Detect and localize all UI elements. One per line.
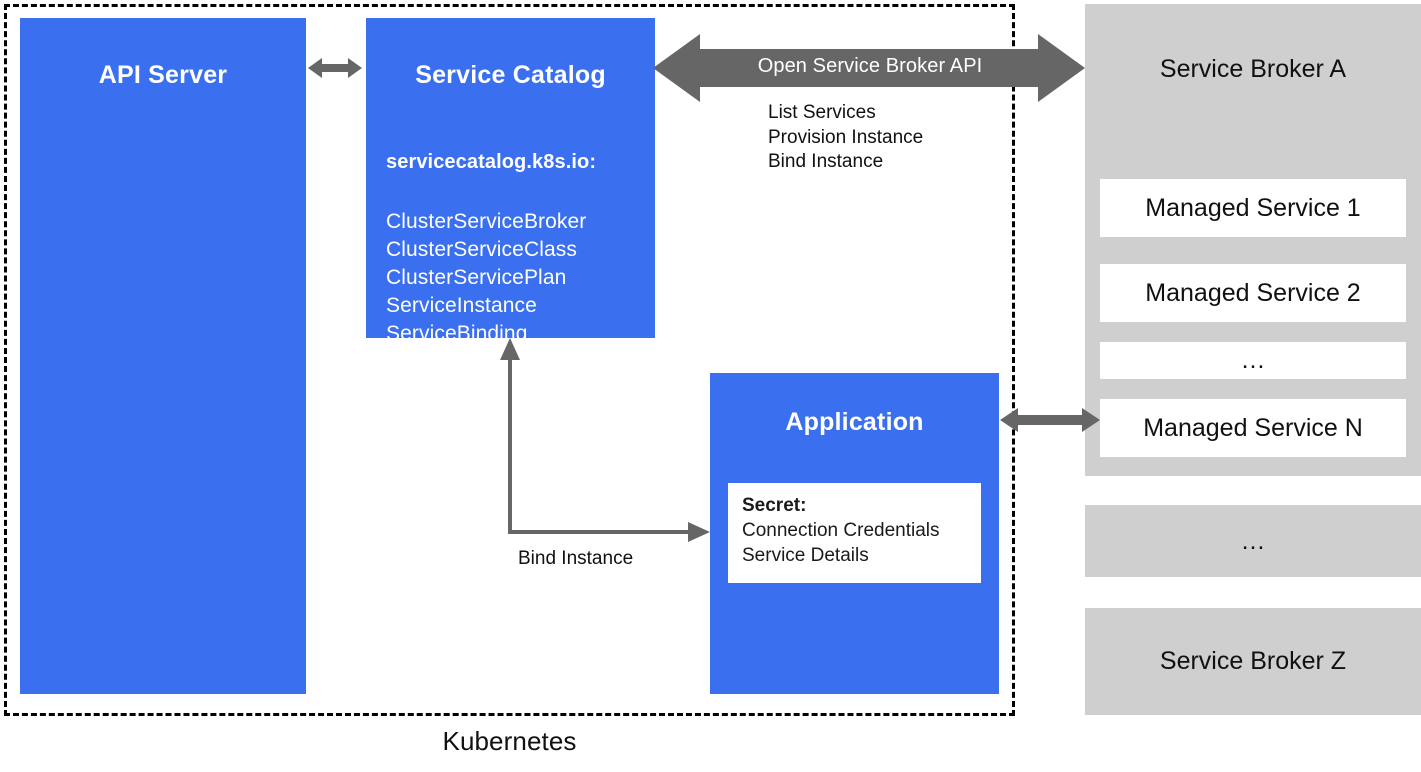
managed-service-ellipsis: … xyxy=(1100,342,1406,379)
secret-line: Service Details xyxy=(742,545,869,566)
managed-service-item[interactable]: Managed Service N xyxy=(1100,399,1406,457)
application-title: Application xyxy=(785,408,924,436)
secret-line: Connection Credentials xyxy=(742,520,940,541)
service-broker-z-panel[interactable]: Service Broker Z xyxy=(1085,608,1421,715)
osb-operation-item: Bind Instance xyxy=(768,151,884,172)
resource-item: ServiceInstance xyxy=(386,294,537,317)
osb-operation-item: Provision Instance xyxy=(768,126,924,148)
kubernetes-boundary-label: Kubernetes xyxy=(442,726,577,756)
api-server-title: API Server xyxy=(98,61,228,89)
service-catalog-architecture-diagram: API Server Service Catalog servicecatalo… xyxy=(0,0,1421,772)
resource-item: ServiceBinding xyxy=(386,322,528,345)
service-catalog-box[interactable]: Service Catalog servicecatalog.k8s.io: C… xyxy=(366,18,655,345)
resource-item: ClusterServiceClass xyxy=(386,238,577,261)
service-broker-ellipsis-panel: … xyxy=(1085,505,1421,577)
open-service-broker-api-operations: List Services Provision Instance Bind In… xyxy=(768,101,923,175)
resource-item: ClusterServiceBroker xyxy=(386,210,587,233)
resource-item: ClusterServicePlan xyxy=(386,266,567,289)
managed-service-item[interactable]: Managed Service 2 xyxy=(1100,264,1406,322)
service-broker-a-title: Service Broker A xyxy=(1159,55,1347,83)
service-catalog-api-group: servicecatalog.k8s.io: xyxy=(386,151,597,173)
service-catalog-title: Service Catalog xyxy=(415,61,606,89)
api-server-box[interactable]: API Server xyxy=(20,18,306,694)
open-service-broker-api-label: Open Service Broker API xyxy=(757,55,983,77)
service-broker-a-panel[interactable]: Service Broker A Managed Service 1 Manag… xyxy=(1085,4,1421,476)
bind-instance-label: Bind Instance xyxy=(518,548,634,569)
secret-title: Secret: xyxy=(742,495,807,516)
managed-service-item[interactable]: Managed Service 1 xyxy=(1100,179,1406,237)
secret-box[interactable]: Secret: Connection Credentials Service D… xyxy=(728,483,981,583)
service-catalog-resource-list: ClusterServiceBroker ClusterServiceClass… xyxy=(386,208,586,348)
application-box[interactable]: Application Secret: Connection Credentia… xyxy=(710,373,999,694)
osb-operation-item: List Services xyxy=(768,102,876,123)
